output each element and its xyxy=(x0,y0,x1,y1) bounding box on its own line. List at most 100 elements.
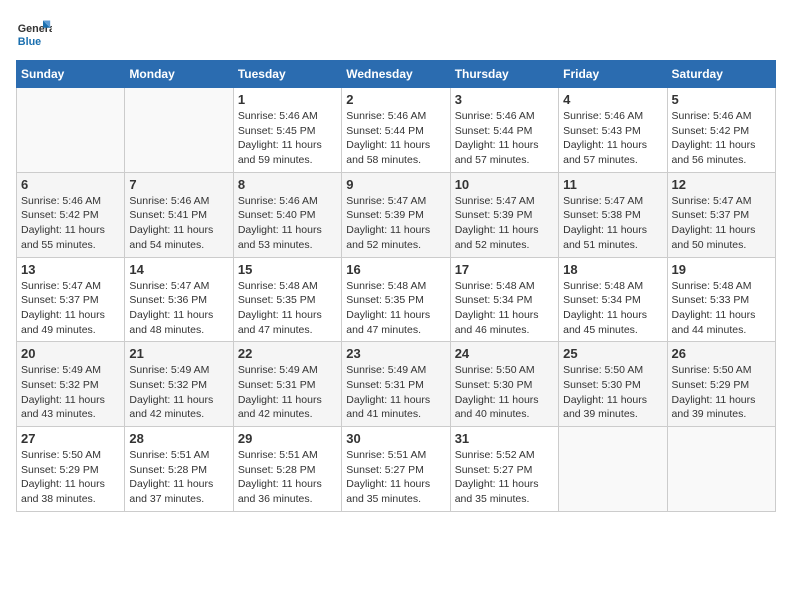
day-info: Sunrise: 5:47 AM Sunset: 5:37 PM Dayligh… xyxy=(21,279,120,338)
day-info: Sunrise: 5:47 AM Sunset: 5:39 PM Dayligh… xyxy=(346,194,445,253)
calendar-cell: 31 Sunrise: 5:52 AM Sunset: 5:27 PM Dayli… xyxy=(450,427,558,512)
day-info: Sunrise: 5:51 AM Sunset: 5:27 PM Dayligh… xyxy=(346,448,445,507)
day-number: 8 xyxy=(238,177,337,192)
day-number: 26 xyxy=(672,346,771,361)
day-number: 17 xyxy=(455,262,554,277)
day-number: 4 xyxy=(563,92,662,107)
day-number: 2 xyxy=(346,92,445,107)
calendar-cell: 16 Sunrise: 5:48 AM Sunset: 5:35 PM Dayli… xyxy=(342,257,450,342)
day-info: Sunrise: 5:48 AM Sunset: 5:33 PM Dayligh… xyxy=(672,279,771,338)
day-info: Sunrise: 5:50 AM Sunset: 5:29 PM Dayligh… xyxy=(672,363,771,422)
day-header-monday: Monday xyxy=(125,61,233,88)
day-number: 23 xyxy=(346,346,445,361)
calendar-cell: 9 Sunrise: 5:47 AM Sunset: 5:39 PM Daylig… xyxy=(342,172,450,257)
day-info: Sunrise: 5:50 AM Sunset: 5:29 PM Dayligh… xyxy=(21,448,120,507)
calendar-cell xyxy=(559,427,667,512)
day-info: Sunrise: 5:49 AM Sunset: 5:32 PM Dayligh… xyxy=(21,363,120,422)
day-info: Sunrise: 5:47 AM Sunset: 5:37 PM Dayligh… xyxy=(672,194,771,253)
svg-text:Blue: Blue xyxy=(18,36,41,48)
calendar-cell: 6 Sunrise: 5:46 AM Sunset: 5:42 PM Daylig… xyxy=(17,172,125,257)
day-number: 22 xyxy=(238,346,337,361)
day-info: Sunrise: 5:47 AM Sunset: 5:38 PM Dayligh… xyxy=(563,194,662,253)
calendar-cell: 13 Sunrise: 5:47 AM Sunset: 5:37 PM Dayli… xyxy=(17,257,125,342)
week-row-3: 13 Sunrise: 5:47 AM Sunset: 5:37 PM Dayli… xyxy=(17,257,776,342)
day-number: 31 xyxy=(455,431,554,446)
day-number: 19 xyxy=(672,262,771,277)
day-number: 20 xyxy=(21,346,120,361)
calendar-cell: 8 Sunrise: 5:46 AM Sunset: 5:40 PM Daylig… xyxy=(233,172,341,257)
calendar-cell: 14 Sunrise: 5:47 AM Sunset: 5:36 PM Dayli… xyxy=(125,257,233,342)
day-info: Sunrise: 5:47 AM Sunset: 5:39 PM Dayligh… xyxy=(455,194,554,253)
day-info: Sunrise: 5:46 AM Sunset: 5:41 PM Dayligh… xyxy=(129,194,228,253)
day-info: Sunrise: 5:48 AM Sunset: 5:35 PM Dayligh… xyxy=(238,279,337,338)
day-info: Sunrise: 5:49 AM Sunset: 5:32 PM Dayligh… xyxy=(129,363,228,422)
day-info: Sunrise: 5:47 AM Sunset: 5:36 PM Dayligh… xyxy=(129,279,228,338)
day-number: 6 xyxy=(21,177,120,192)
calendar-cell: 12 Sunrise: 5:47 AM Sunset: 5:37 PM Dayli… xyxy=(667,172,775,257)
day-number: 15 xyxy=(238,262,337,277)
day-info: Sunrise: 5:49 AM Sunset: 5:31 PM Dayligh… xyxy=(238,363,337,422)
day-info: Sunrise: 5:51 AM Sunset: 5:28 PM Dayligh… xyxy=(238,448,337,507)
calendar-cell: 24Sunrise: 5:50 AM Sunset: 5:30 PM Dayli… xyxy=(450,342,558,427)
logo-icon: GeneralBlue xyxy=(16,16,52,52)
week-row-4: 20 Sunrise: 5:49 AM Sunset: 5:32 PM Dayli… xyxy=(17,342,776,427)
calendar-cell: 30 Sunrise: 5:51 AM Sunset: 5:27 PM Dayli… xyxy=(342,427,450,512)
week-row-5: 27 Sunrise: 5:50 AM Sunset: 5:29 PM Dayli… xyxy=(17,427,776,512)
day-info: Sunrise: 5:52 AM Sunset: 5:27 PM Dayligh… xyxy=(455,448,554,507)
day-number: 29 xyxy=(238,431,337,446)
day-header-friday: Friday xyxy=(559,61,667,88)
day-info: Sunrise: 5:48 AM Sunset: 5:34 PM Dayligh… xyxy=(455,279,554,338)
calendar-cell: 22 Sunrise: 5:49 AM Sunset: 5:31 PM Dayli… xyxy=(233,342,341,427)
day-info: Sunrise: 5:46 AM Sunset: 5:44 PM Dayligh… xyxy=(346,109,445,168)
day-number: 9 xyxy=(346,177,445,192)
day-header-wednesday: Wednesday xyxy=(342,61,450,88)
day-number: 3 xyxy=(455,92,554,107)
calendar-cell: 20 Sunrise: 5:49 AM Sunset: 5:32 PM Dayli… xyxy=(17,342,125,427)
day-header-sunday: Sunday xyxy=(17,61,125,88)
calendar-cell: 21 Sunrise: 5:49 AM Sunset: 5:32 PM Dayli… xyxy=(125,342,233,427)
day-number: 1 xyxy=(238,92,337,107)
day-number: 16 xyxy=(346,262,445,277)
calendar-cell: 18Sunrise: 5:48 AM Sunset: 5:34 PM Dayli… xyxy=(559,257,667,342)
days-header-row: SundayMondayTuesdayWednesdayThursdayFrid… xyxy=(17,61,776,88)
week-row-2: 6 Sunrise: 5:46 AM Sunset: 5:42 PM Daylig… xyxy=(17,172,776,257)
day-number: 11 xyxy=(563,177,662,192)
week-row-1: 1 Sunrise: 5:46 AM Sunset: 5:45 PM Daylig… xyxy=(17,88,776,173)
calendar-cell: 4Sunrise: 5:46 AM Sunset: 5:43 PM Daylig… xyxy=(559,88,667,173)
day-info: Sunrise: 5:51 AM Sunset: 5:28 PM Dayligh… xyxy=(129,448,228,507)
calendar-cell: 3 Sunrise: 5:46 AM Sunset: 5:44 PM Daylig… xyxy=(450,88,558,173)
calendar-cell: 25Sunrise: 5:50 AM Sunset: 5:30 PM Dayli… xyxy=(559,342,667,427)
day-number: 13 xyxy=(21,262,120,277)
calendar-cell: 26 Sunrise: 5:50 AM Sunset: 5:29 PM Dayli… xyxy=(667,342,775,427)
day-info: Sunrise: 5:48 AM Sunset: 5:35 PM Dayligh… xyxy=(346,279,445,338)
day-info: Sunrise: 5:46 AM Sunset: 5:45 PM Dayligh… xyxy=(238,109,337,168)
day-number: 21 xyxy=(129,346,228,361)
calendar-cell xyxy=(667,427,775,512)
day-info: Sunrise: 5:46 AM Sunset: 5:40 PM Dayligh… xyxy=(238,194,337,253)
day-number: 27 xyxy=(21,431,120,446)
day-number: 14 xyxy=(129,262,228,277)
day-number: 7 xyxy=(129,177,228,192)
day-header-saturday: Saturday xyxy=(667,61,775,88)
page-header: GeneralBlue xyxy=(16,16,776,52)
day-number: 25 xyxy=(563,346,662,361)
calendar-cell: 15 Sunrise: 5:48 AM Sunset: 5:35 PM Dayli… xyxy=(233,257,341,342)
calendar-cell: 27 Sunrise: 5:50 AM Sunset: 5:29 PM Dayli… xyxy=(17,427,125,512)
calendar-cell xyxy=(125,88,233,173)
calendar-cell: 2 Sunrise: 5:46 AM Sunset: 5:44 PM Daylig… xyxy=(342,88,450,173)
day-number: 5 xyxy=(672,92,771,107)
day-number: 30 xyxy=(346,431,445,446)
calendar-cell: 19 Sunrise: 5:48 AM Sunset: 5:33 PM Dayli… xyxy=(667,257,775,342)
calendar-cell: 1 Sunrise: 5:46 AM Sunset: 5:45 PM Daylig… xyxy=(233,88,341,173)
day-number: 10 xyxy=(455,177,554,192)
calendar-cell: 23 Sunrise: 5:49 AM Sunset: 5:31 PM Dayli… xyxy=(342,342,450,427)
day-info: Sunrise: 5:46 AM Sunset: 5:44 PM Dayligh… xyxy=(455,109,554,168)
day-number: 12 xyxy=(672,177,771,192)
logo: GeneralBlue xyxy=(16,16,52,52)
day-info: Sunrise: 5:46 AM Sunset: 5:42 PM Dayligh… xyxy=(21,194,120,253)
day-info: Sunrise: 5:48 AM Sunset: 5:34 PM Dayligh… xyxy=(563,279,662,338)
day-info: Sunrise: 5:49 AM Sunset: 5:31 PM Dayligh… xyxy=(346,363,445,422)
day-header-thursday: Thursday xyxy=(450,61,558,88)
calendar-cell: 7 Sunrise: 5:46 AM Sunset: 5:41 PM Daylig… xyxy=(125,172,233,257)
calendar-cell: 11 Sunrise: 5:47 AM Sunset: 5:38 PM Dayli… xyxy=(559,172,667,257)
